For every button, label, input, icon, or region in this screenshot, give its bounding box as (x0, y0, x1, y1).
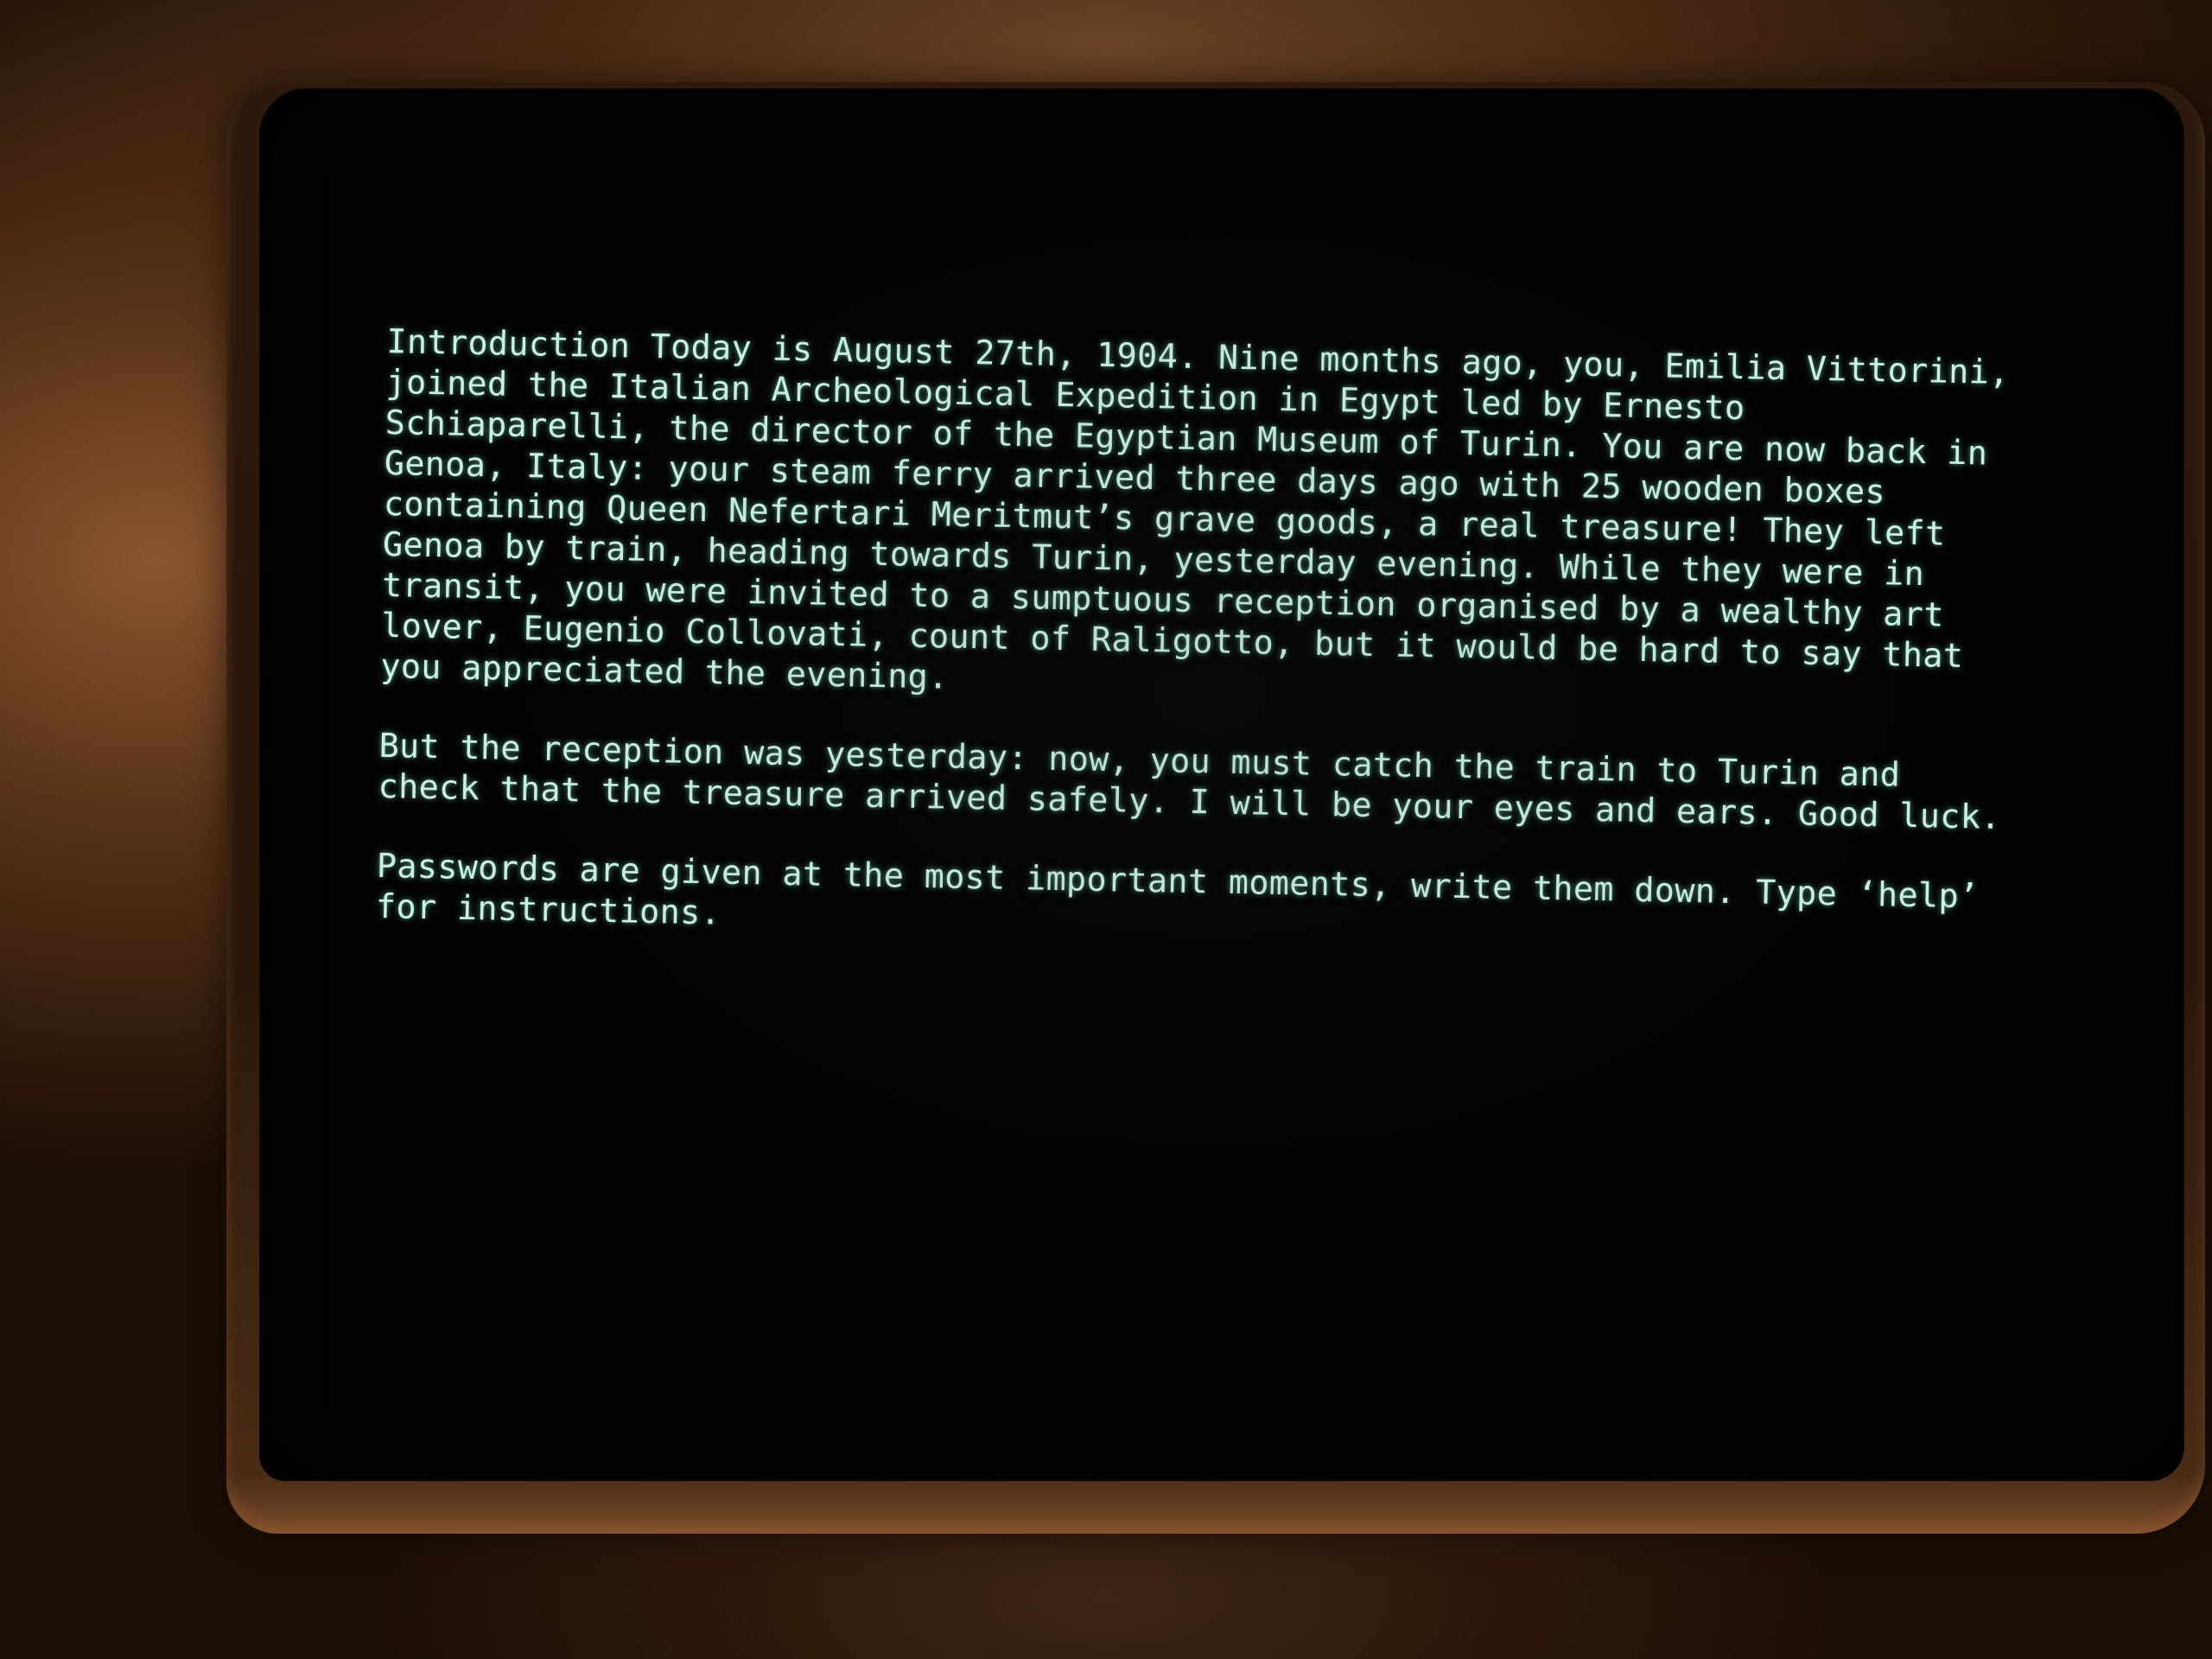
monitor-photo: Introduction Today is August 27th, 1904.… (0, 0, 2212, 1659)
terminal-output: Introduction Today is August 27th, 1904.… (375, 321, 2012, 997)
instructions-paragraph: But the reception was yesterday: now, yo… (378, 726, 2002, 837)
intro-paragraph: Introduction Today is August 27th, 1904.… (379, 321, 2010, 697)
passwords-hint-paragraph: Passwords are given at the most importan… (375, 846, 1980, 933)
crt-screen: Introduction Today is August 27th, 1904.… (259, 88, 2184, 1481)
